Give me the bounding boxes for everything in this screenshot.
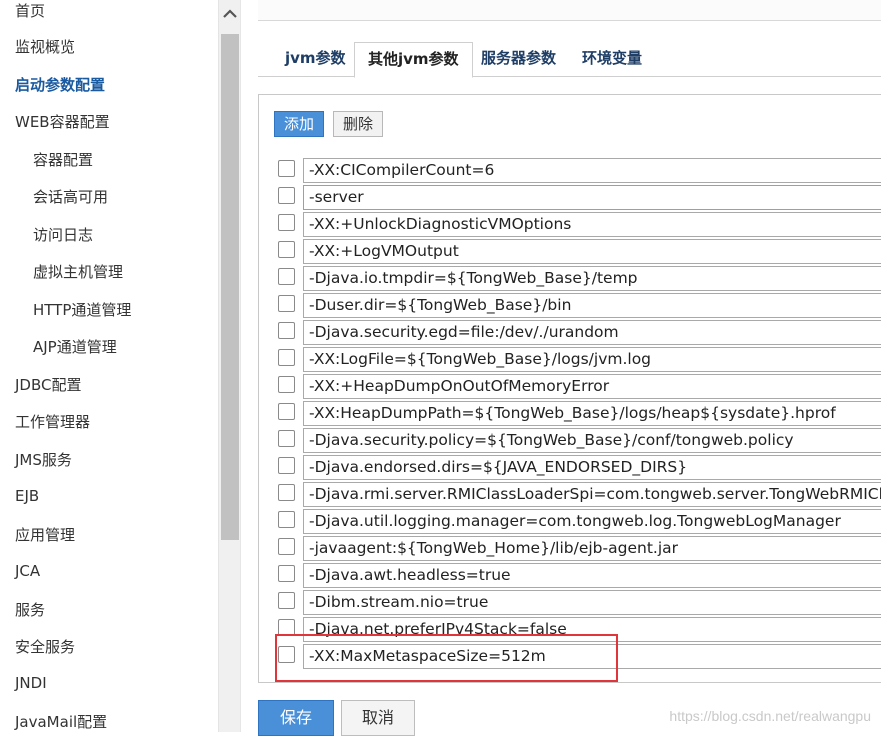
tab-jvm-params[interactable]: jvm参数 <box>272 42 359 75</box>
save-button[interactable]: 保存 <box>258 700 334 736</box>
sidebar-item-work-manager[interactable]: 工作管理器 <box>15 411 90 432</box>
delete-button[interactable]: 删除 <box>333 111 383 137</box>
sidebar-item-access-log[interactable]: 访问日志 <box>33 224 93 245</box>
arg-row: -Djava.io.tmpdir=${TongWeb_Base}/temp <box>259 266 881 293</box>
arg-row: -XX:MaxMetaspaceSize=512m <box>259 644 881 671</box>
sidebar-item-app-management[interactable]: 应用管理 <box>15 524 75 545</box>
arg-input[interactable]: -XX:+UnlockDiagnosticVMOptions <box>303 212 881 237</box>
row-checkbox[interactable] <box>278 403 295 420</box>
arg-row: -XX:+LogVMOutput <box>259 239 881 266</box>
row-checkbox[interactable] <box>278 511 295 528</box>
arg-input[interactable]: -javaagent:${TongWeb_Home}/lib/ejb-agent… <box>303 536 881 561</box>
arg-row: -Djava.endorsed.dirs=${JAVA_ENDORSED_DIR… <box>259 455 881 482</box>
arg-row: -Djava.security.egd=file:/dev/./urandom <box>259 320 881 347</box>
arg-row: -server <box>259 185 881 212</box>
arg-row: -Duser.dir=${TongWeb_Base}/bin <box>259 293 881 320</box>
row-checkbox[interactable] <box>278 592 295 609</box>
arg-input[interactable]: -server <box>303 185 881 210</box>
row-checkbox[interactable] <box>278 430 295 447</box>
arg-input[interactable]: -Djava.security.policy=${TongWeb_Base}/c… <box>303 428 881 453</box>
sidebar-item-services[interactable]: 服务 <box>15 599 45 620</box>
cancel-button[interactable]: 取消 <box>341 700 415 736</box>
arg-input[interactable]: -Djava.io.tmpdir=${TongWeb_Base}/temp <box>303 266 881 291</box>
sidebar-scrollbar[interactable] <box>218 0 240 732</box>
row-checkbox[interactable] <box>278 484 295 501</box>
arg-input[interactable]: -XX:MaxMetaspaceSize=512m <box>303 644 881 669</box>
arg-input[interactable]: -Djava.net.preferIPv4Stack=false <box>303 617 881 642</box>
arg-row: -Djava.net.preferIPv4Stack=false <box>259 617 881 644</box>
sidebar-item-home[interactable]: 首页 <box>15 0 45 21</box>
sidebar-item-jdbc[interactable]: JDBC配置 <box>15 374 81 395</box>
sidebar-item-web-container[interactable]: WEB容器配置 <box>15 111 110 132</box>
row-checkbox[interactable] <box>278 214 295 231</box>
arg-input[interactable]: -XX:CICompilerCount=6 <box>303 158 881 183</box>
row-checkbox[interactable] <box>278 565 295 582</box>
sidebar-item-security[interactable]: 安全服务 <box>15 636 75 657</box>
arg-row: -Djava.rmi.server.RMIClassLoaderSpi=com.… <box>259 482 881 509</box>
arg-row: -XX:+HeapDumpOnOutOfMemoryError <box>259 374 881 401</box>
arg-input[interactable]: -XX:HeapDumpPath=${TongWeb_Base}/logs/he… <box>303 401 881 426</box>
main-content: jvm参数 其他jvm参数 服务器参数 环境变量 添加 删除 -XX:CICom… <box>240 0 881 736</box>
arg-row: -Djava.util.logging.manager=com.tongweb.… <box>259 509 881 536</box>
sidebar-item-ejb[interactable]: EJB <box>15 487 39 505</box>
arg-input[interactable]: -Dibm.stream.nio=true <box>303 590 881 615</box>
tab-server-params[interactable]: 服务器参数 <box>468 42 569 75</box>
row-checkbox[interactable] <box>278 241 295 258</box>
arg-row: -javaagent:${TongWeb_Home}/lib/ejb-agent… <box>259 536 881 563</box>
watermark: https://blog.csdn.net/realwangpu <box>669 708 871 724</box>
sidebar-item-jndi[interactable]: JNDI <box>15 674 47 692</box>
sidebar-item-startup-params[interactable]: 启动参数配置 <box>15 74 105 95</box>
row-checkbox[interactable] <box>278 268 295 285</box>
sidebar-item-http-channel[interactable]: HTTP通道管理 <box>33 299 131 320</box>
add-button[interactable]: 添加 <box>274 111 324 137</box>
arg-input[interactable]: -Djava.awt.headless=true <box>303 563 881 588</box>
arg-row: -XX:CICompilerCount=6 <box>259 158 881 185</box>
sidebar-item-jca[interactable]: JCA <box>15 562 40 580</box>
arg-input[interactable]: -Djava.util.logging.manager=com.tongweb.… <box>303 509 881 534</box>
row-checkbox[interactable] <box>278 457 295 474</box>
arg-input[interactable]: -XX:+HeapDumpOnOutOfMemoryError <box>303 374 881 399</box>
top-strip <box>258 0 881 21</box>
arg-row: -XX:LogFile=${TongWeb_Base}/logs/jvm.log <box>259 347 881 374</box>
row-checkbox[interactable] <box>278 538 295 555</box>
row-checkbox[interactable] <box>278 619 295 636</box>
arg-row: -Djava.security.policy=${TongWeb_Base}/c… <box>259 428 881 455</box>
sidebar-item-container-config[interactable]: 容器配置 <box>33 149 93 170</box>
sidebar-item-virtual-host[interactable]: 虚拟主机管理 <box>33 261 123 282</box>
arg-input[interactable]: -Djava.endorsed.dirs=${JAVA_ENDORSED_DIR… <box>303 455 881 480</box>
row-checkbox[interactable] <box>278 322 295 339</box>
row-checkbox[interactable] <box>278 295 295 312</box>
arg-input[interactable]: -Djava.security.egd=file:/dev/./urandom <box>303 320 881 345</box>
arg-row: -XX:HeapDumpPath=${TongWeb_Base}/logs/he… <box>259 401 881 428</box>
row-checkbox[interactable] <box>278 349 295 366</box>
sidebar-item-jms[interactable]: JMS服务 <box>15 449 72 470</box>
row-checkbox[interactable] <box>278 160 295 177</box>
sidebar-nav: 首页 监视概览 启动参数配置 WEB容器配置 容器配置 会话高可用 访问日志 虚… <box>0 0 241 732</box>
arg-row: -Dibm.stream.nio=true <box>259 590 881 617</box>
args-panel: 添加 删除 -XX:CICompilerCount=6 -server -XX:… <box>258 94 881 683</box>
chevron-up-icon[interactable] <box>222 6 238 22</box>
sidebar-item-monitor-overview[interactable]: 监视概览 <box>15 36 75 57</box>
scrollbar-thumb[interactable] <box>221 34 239 540</box>
tab-env-vars[interactable]: 环境变量 <box>569 42 655 75</box>
arg-input[interactable]: -XX:LogFile=${TongWeb_Base}/logs/jvm.log <box>303 347 881 372</box>
arg-row: -XX:+UnlockDiagnosticVMOptions <box>259 212 881 239</box>
sidebar-item-session-ha[interactable]: 会话高可用 <box>33 186 108 207</box>
sidebar-item-javamail[interactable]: JavaMail配置 <box>15 711 107 732</box>
row-checkbox[interactable] <box>278 376 295 393</box>
arg-input[interactable]: -Djava.rmi.server.RMIClassLoaderSpi=com.… <box>303 482 881 507</box>
row-checkbox[interactable] <box>278 646 295 663</box>
arg-row: -Djava.awt.headless=true <box>259 563 881 590</box>
row-checkbox[interactable] <box>278 187 295 204</box>
tab-bar: jvm参数 其他jvm参数 服务器参数 环境变量 <box>258 42 881 78</box>
sidebar-item-ajp-channel[interactable]: AJP通道管理 <box>33 336 117 357</box>
tab-other-jvm-params[interactable]: 其他jvm参数 <box>354 42 473 78</box>
arg-input[interactable]: -Duser.dir=${TongWeb_Base}/bin <box>303 293 881 318</box>
arg-input[interactable]: -XX:+LogVMOutput <box>303 239 881 264</box>
